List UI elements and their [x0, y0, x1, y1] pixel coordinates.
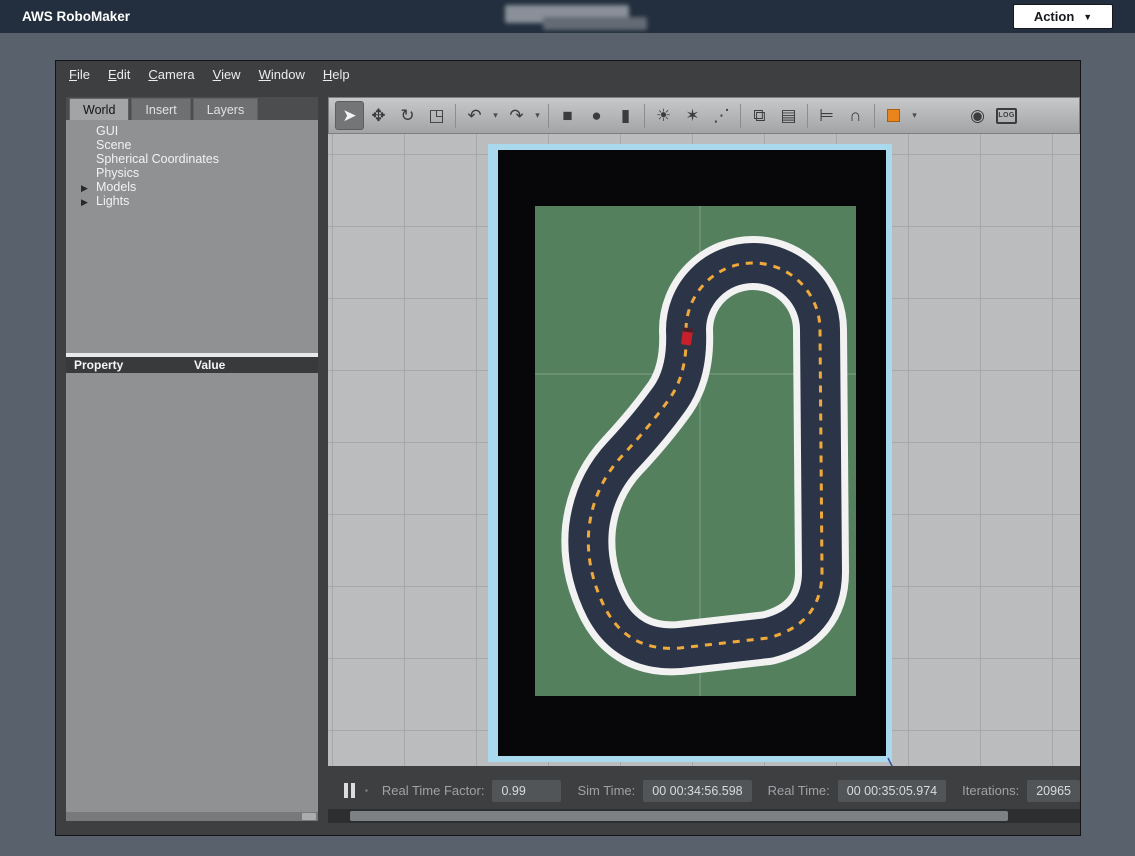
scale-tool-icon[interactable]: ◳ — [422, 101, 451, 130]
panel-horizontal-scrollbar[interactable] — [66, 812, 318, 821]
redo-dropdown-icon[interactable]: ▾ — [531, 101, 544, 130]
action-button[interactable]: Action ▼ — [1013, 4, 1113, 29]
toolbar-separator — [455, 104, 456, 128]
paste-icon[interactable]: ▤ — [774, 101, 803, 130]
orange-cube-icon — [887, 109, 900, 122]
undo-dropdown-icon[interactable]: ▾ — [489, 101, 502, 130]
align-tool-icon[interactable]: ⊨ — [812, 101, 841, 130]
panel-tab-strip: World Insert Layers — [66, 97, 318, 120]
pause-button[interactable] — [340, 779, 359, 802]
expand-triangle-icon[interactable]: ▶ — [81, 195, 88, 209]
menu-window[interactable]: Window — [250, 63, 314, 86]
menu-help[interactable]: Help — [314, 63, 359, 86]
pause-bar-icon — [344, 783, 348, 798]
property-column-header: Property — [74, 358, 123, 372]
select-tool-icon[interactable]: ➤ — [335, 101, 364, 130]
screenshot-camera-icon[interactable]: ◉ — [963, 101, 992, 130]
view-angle-icon[interactable] — [879, 101, 908, 130]
log-label: LOG — [996, 108, 1017, 124]
toolbar-separator — [548, 104, 549, 128]
world-tree: GUI Scene Spherical Coordinates Physics … — [66, 124, 318, 208]
menu-edit[interactable]: Edit — [99, 63, 139, 86]
aws-robomaker-brand: AWS RoboMaker — [22, 0, 130, 33]
tab-world[interactable]: World — [69, 98, 129, 120]
point-light-icon[interactable]: ✶ — [678, 101, 707, 130]
gazebo-toolbar: ➤ ✥ ↻ ◳ ↶ ▾ ↷ ▾ ■ ● ▮ ☀ ✶ ⋰ ⧉ ▤ ⊨ ∩ ▾ ◉ … — [328, 97, 1080, 134]
toolbar-separator — [807, 104, 808, 128]
pause-bar-icon — [351, 783, 355, 798]
redo-icon[interactable]: ↷ — [502, 101, 531, 130]
sim-time-label: Sim Time: — [577, 783, 635, 798]
iterations-label: Iterations: — [962, 783, 1019, 798]
tree-item-models[interactable]: ▶ Models — [66, 180, 318, 194]
undo-icon[interactable]: ↶ — [460, 101, 489, 130]
3d-viewport[interactable] — [328, 134, 1080, 766]
panel-scrollbar-thumb[interactable] — [302, 813, 316, 820]
tree-item-gui[interactable]: GUI — [66, 124, 318, 138]
left-panel: World Insert Layers GUI Scene Spherical … — [66, 97, 318, 821]
step-button[interactable]: ▪ — [365, 786, 368, 795]
rotate-tool-icon[interactable]: ↻ — [393, 101, 422, 130]
tab-layers[interactable]: Layers — [193, 98, 259, 120]
action-button-label: Action — [1034, 9, 1074, 24]
aws-topbar: AWS RoboMaker Action ▼ — [0, 0, 1135, 33]
expand-triangle-icon[interactable]: ▶ — [81, 181, 88, 195]
tree-item-spherical-coordinates[interactable]: Spherical Coordinates — [66, 152, 318, 166]
real-time-value[interactable]: 00 00:35:05.974 — [838, 780, 946, 802]
toolbar-separator — [740, 104, 741, 128]
real-time-factor-label: Real Time Factor: — [382, 783, 485, 798]
gazebo-window: File Edit Camera View Window Help World … — [55, 60, 1081, 836]
menu-file[interactable]: File — [60, 63, 99, 86]
property-table-header: Property Value — [66, 357, 318, 373]
real-time-label: Real Time: — [768, 783, 830, 798]
3d-scene — [328, 134, 1080, 766]
snap-tool-icon[interactable]: ∩ — [841, 101, 870, 130]
iterations-value[interactable]: 20965 — [1027, 780, 1080, 802]
tree-item-physics[interactable]: Physics — [66, 166, 318, 180]
sun-light-icon[interactable]: ☀ — [649, 101, 678, 130]
real-time-factor-value[interactable]: 0.99 — [492, 780, 561, 802]
value-column-header: Value — [194, 358, 225, 372]
view-angle-dropdown-icon[interactable]: ▾ — [908, 101, 921, 130]
directional-light-icon[interactable]: ⋰ — [707, 101, 736, 130]
menu-bar: File Edit Camera View Window Help — [60, 61, 359, 88]
translate-tool-icon[interactable]: ✥ — [364, 101, 393, 130]
toolbar-separator — [644, 104, 645, 128]
insert-box-icon[interactable]: ■ — [553, 101, 582, 130]
scrollbar-thumb[interactable] — [350, 811, 1008, 821]
toolbar-separator — [874, 104, 875, 128]
tree-item-scene[interactable]: Scene — [66, 138, 318, 152]
menu-camera[interactable]: Camera — [139, 63, 203, 86]
simulation-status-bar: ▪ Real Time Factor: 0.99 Sim Time: 00 00… — [328, 774, 1080, 807]
chevron-down-icon: ▼ — [1083, 12, 1092, 22]
log-recorder-icon[interactable]: LOG — [992, 101, 1021, 130]
copy-icon[interactable]: ⧉ — [745, 101, 774, 130]
insert-sphere-icon[interactable]: ● — [582, 101, 611, 130]
tab-insert[interactable]: Insert — [131, 98, 190, 120]
tree-item-lights[interactable]: ▶ Lights — [66, 194, 318, 208]
redacted-text-block-2 — [543, 17, 647, 30]
insert-cylinder-icon[interactable]: ▮ — [611, 101, 640, 130]
viewport-horizontal-scrollbar[interactable] — [328, 809, 1080, 823]
menu-view[interactable]: View — [204, 63, 250, 86]
sim-time-value[interactable]: 00 00:34:56.598 — [643, 780, 751, 802]
